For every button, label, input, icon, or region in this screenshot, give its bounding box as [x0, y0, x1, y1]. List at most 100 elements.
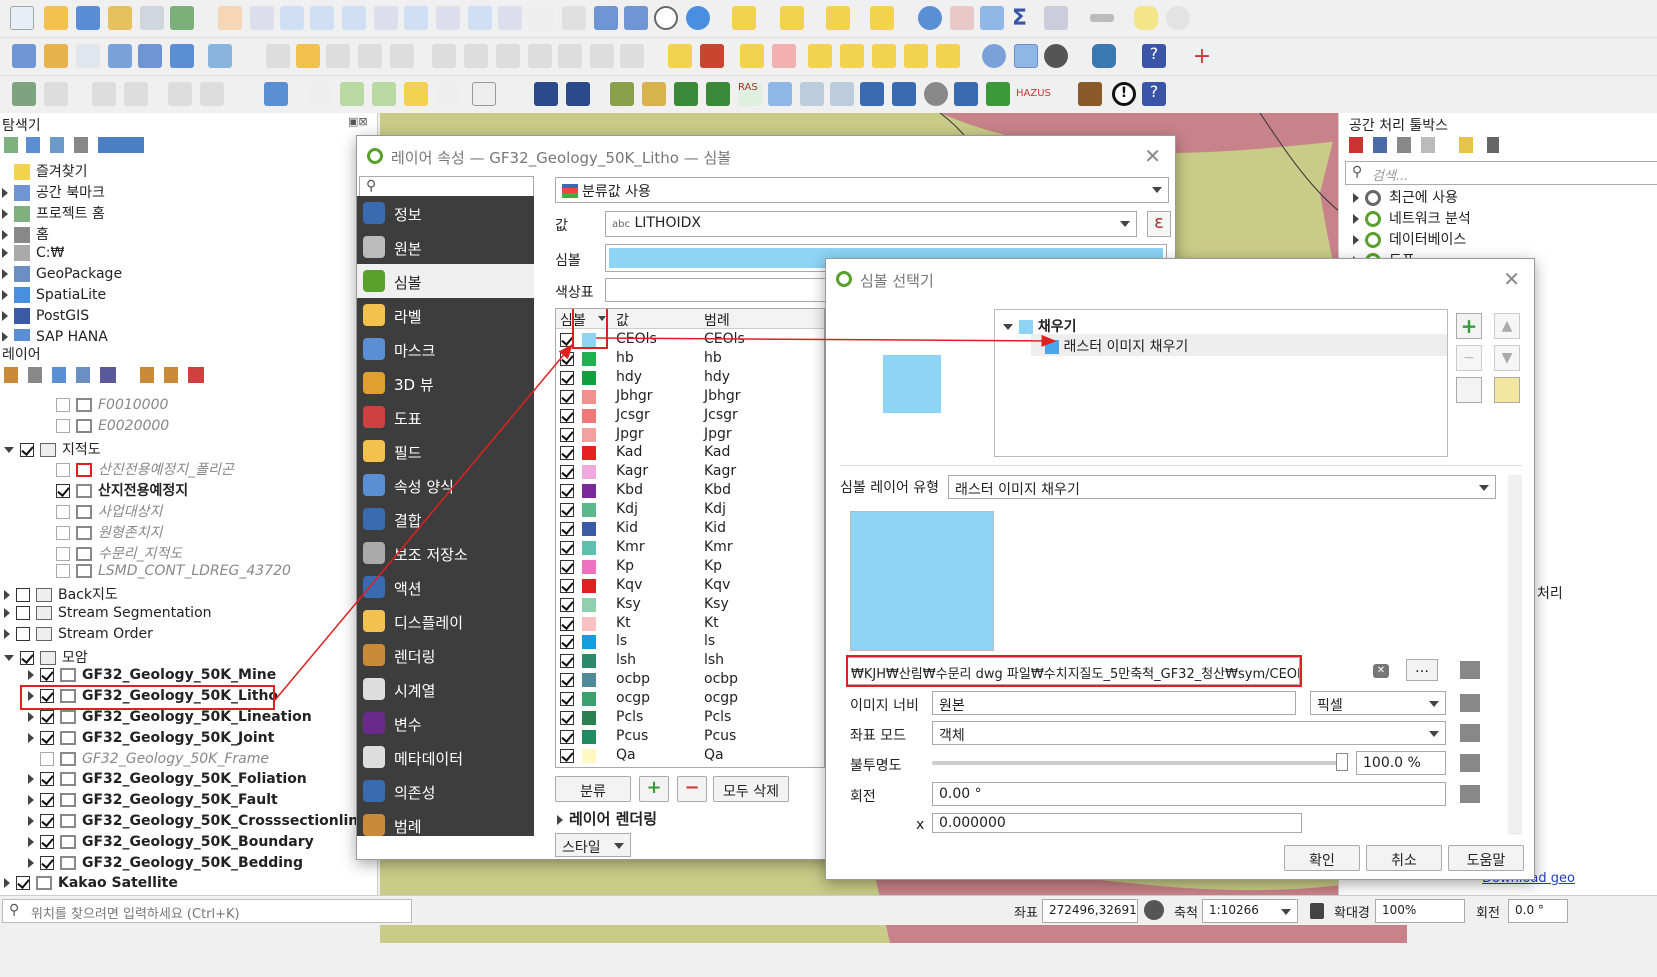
layer-checkbox[interactable]	[40, 730, 54, 745]
class-checkbox[interactable]	[560, 729, 574, 744]
layer-item[interactable]: GF32_Geology_50K_Lineation	[28, 709, 312, 730]
move-up-icon[interactable]: ▲	[1494, 313, 1520, 339]
layer-checkbox[interactable]	[56, 463, 70, 478]
class-row[interactable]: Kid Kid	[556, 520, 816, 539]
expand-icon[interactable]	[2, 248, 8, 258]
move-down-icon[interactable]: ▼	[1494, 345, 1520, 371]
rotation-input[interactable]: 0.00 °	[932, 782, 1446, 806]
class-checkbox[interactable]	[560, 370, 574, 385]
class-checkbox[interactable]	[560, 540, 574, 555]
nav-item[interactable]: 라벨	[357, 298, 534, 332]
copy-features-icon[interactable]	[528, 44, 552, 68]
nav-item[interactable]: 디스플레이	[357, 604, 534, 638]
class-row[interactable]: hb hb	[556, 350, 816, 369]
browser-item[interactable]: 공간 북마크	[2, 182, 105, 203]
layer-checkbox[interactable]	[40, 855, 54, 870]
add-class-icon[interactable]: +	[639, 776, 669, 802]
style-manager-icon[interactable]	[170, 6, 194, 30]
zoom-selection-icon[interactable]	[374, 6, 398, 30]
layer-item[interactable]: GF32_Geology_50K_Frame	[28, 751, 269, 772]
browse-button[interactable]: …	[1406, 659, 1438, 681]
close-icon[interactable]: ✕	[1144, 144, 1161, 168]
lock-icon[interactable]	[1310, 903, 1324, 919]
show-bookmarks-icon[interactable]	[624, 6, 648, 30]
expression-icon[interactable]: ε	[1147, 211, 1171, 237]
duplicate-layer-icon[interactable]	[1456, 377, 1482, 403]
expand-icon[interactable]	[28, 732, 34, 743]
class-row[interactable]: Jpgr Jpgr	[556, 426, 816, 445]
nav-item[interactable]: 보조 저장소	[357, 536, 534, 570]
layer-checkbox[interactable]	[40, 834, 54, 849]
layer-item[interactable]: GF32_Geology_50K_Fault	[28, 792, 278, 813]
crosshair-icon[interactable]: +	[1190, 44, 1214, 69]
layer-checkbox[interactable]	[40, 668, 54, 683]
current-edits-icon[interactable]	[266, 44, 290, 68]
magnifier-input[interactable]: 100%	[1375, 899, 1465, 923]
new-bookmark-icon[interactable]	[594, 6, 618, 30]
cancel-button[interactable]: 취소	[1366, 845, 1442, 871]
layer-checkbox[interactable]	[56, 398, 70, 412]
layer-checkbox[interactable]	[40, 751, 54, 766]
class-checkbox[interactable]	[560, 484, 574, 499]
new-project-icon[interactable]	[10, 6, 34, 30]
add-layer-icon[interactable]	[170, 44, 194, 68]
select-annotation-icon[interactable]	[308, 82, 332, 106]
cut-features-icon[interactable]	[496, 44, 520, 68]
expand-icon[interactable]	[28, 816, 34, 826]
layer-type-select[interactable]: 래스터 이미지 채우기	[948, 475, 1496, 499]
temporal-controller-icon[interactable]	[654, 6, 678, 30]
hazard-tool-6-icon[interactable]	[706, 82, 730, 106]
class-row[interactable]: Ksy Ksy	[556, 596, 816, 615]
class-row[interactable]: Kad Kad	[556, 444, 816, 463]
toolbox-search[interactable]: ⚲ 검색...	[1345, 161, 1657, 185]
hazard-tool-2-icon[interactable]	[566, 82, 590, 106]
nav-item[interactable]: 심볼	[357, 264, 534, 298]
select-features-icon[interactable]	[732, 6, 756, 30]
opacity-slider[interactable]	[932, 761, 1344, 765]
new-3d-view-icon[interactable]	[562, 6, 586, 30]
field-calculator-icon[interactable]	[1044, 6, 1068, 30]
expand-icon[interactable]	[1353, 193, 1359, 203]
layer-item[interactable]: E0020000	[44, 418, 169, 439]
data-defined-icon[interactable]	[1460, 754, 1480, 772]
polygon-annotation-icon[interactable]	[340, 82, 364, 106]
save-project-icon[interactable]	[76, 6, 100, 30]
nav-item[interactable]: 필드	[357, 434, 534, 468]
symbol-layer-tree[interactable]: 채우기 래스터 이미지 채우기	[994, 309, 1448, 457]
hazard-tool-5-icon[interactable]	[674, 82, 698, 106]
modify-attributes-icon[interactable]	[432, 44, 456, 68]
layout-manager-icon[interactable]	[140, 6, 164, 30]
hydro-tool-5-icon[interactable]	[986, 82, 1010, 106]
dock-float-close-icon[interactable]: ▣⊠	[348, 115, 368, 128]
browser-item[interactable]: 즐겨찾기	[2, 161, 88, 182]
house-tool-icon[interactable]	[1078, 82, 1102, 106]
layer-checkbox[interactable]	[56, 418, 70, 433]
data-source-manager-icon[interactable]	[12, 44, 36, 68]
map-tips-icon[interactable]	[1134, 6, 1158, 30]
new-map-view-icon[interactable]	[530, 6, 554, 30]
layer-checkbox[interactable]	[56, 546, 70, 561]
class-row[interactable]: Kmr Kmr	[556, 539, 816, 558]
layer-checkbox[interactable]	[20, 650, 34, 665]
line-annotation-icon[interactable]	[372, 82, 396, 106]
layer-item[interactable]: Stream Segmentation	[4, 605, 212, 626]
browser-item[interactable]: GeoPackage	[2, 266, 122, 287]
class-checkbox[interactable]	[560, 503, 574, 518]
simplify-icon[interactable]	[168, 82, 192, 106]
layer-item[interactable]: 산진전용예정지_폴리곤	[44, 459, 234, 480]
data-defined-icon[interactable]	[1460, 694, 1480, 712]
hydro-tool-2-icon[interactable]	[892, 82, 916, 106]
col-legend[interactable]: 범례	[704, 310, 730, 330]
show-hide-labels-icon[interactable]	[904, 44, 928, 68]
browser-item[interactable]: SpatiaLite	[2, 287, 106, 308]
nav-item[interactable]: 속성 양식	[357, 468, 534, 502]
width-unit-select[interactable]: 픽셀	[1310, 691, 1446, 715]
col-value[interactable]: 값	[616, 310, 629, 330]
help-button[interactable]: 도움말	[1448, 845, 1524, 871]
expand-icon[interactable]	[2, 188, 8, 198]
class-checkbox[interactable]	[560, 446, 574, 461]
nav-item[interactable]: 정보	[357, 196, 534, 230]
value-field-select[interactable]: abc LITHOIDX	[605, 211, 1137, 237]
layer-checkbox[interactable]	[40, 793, 54, 808]
new-shapefile-icon[interactable]	[76, 44, 100, 68]
